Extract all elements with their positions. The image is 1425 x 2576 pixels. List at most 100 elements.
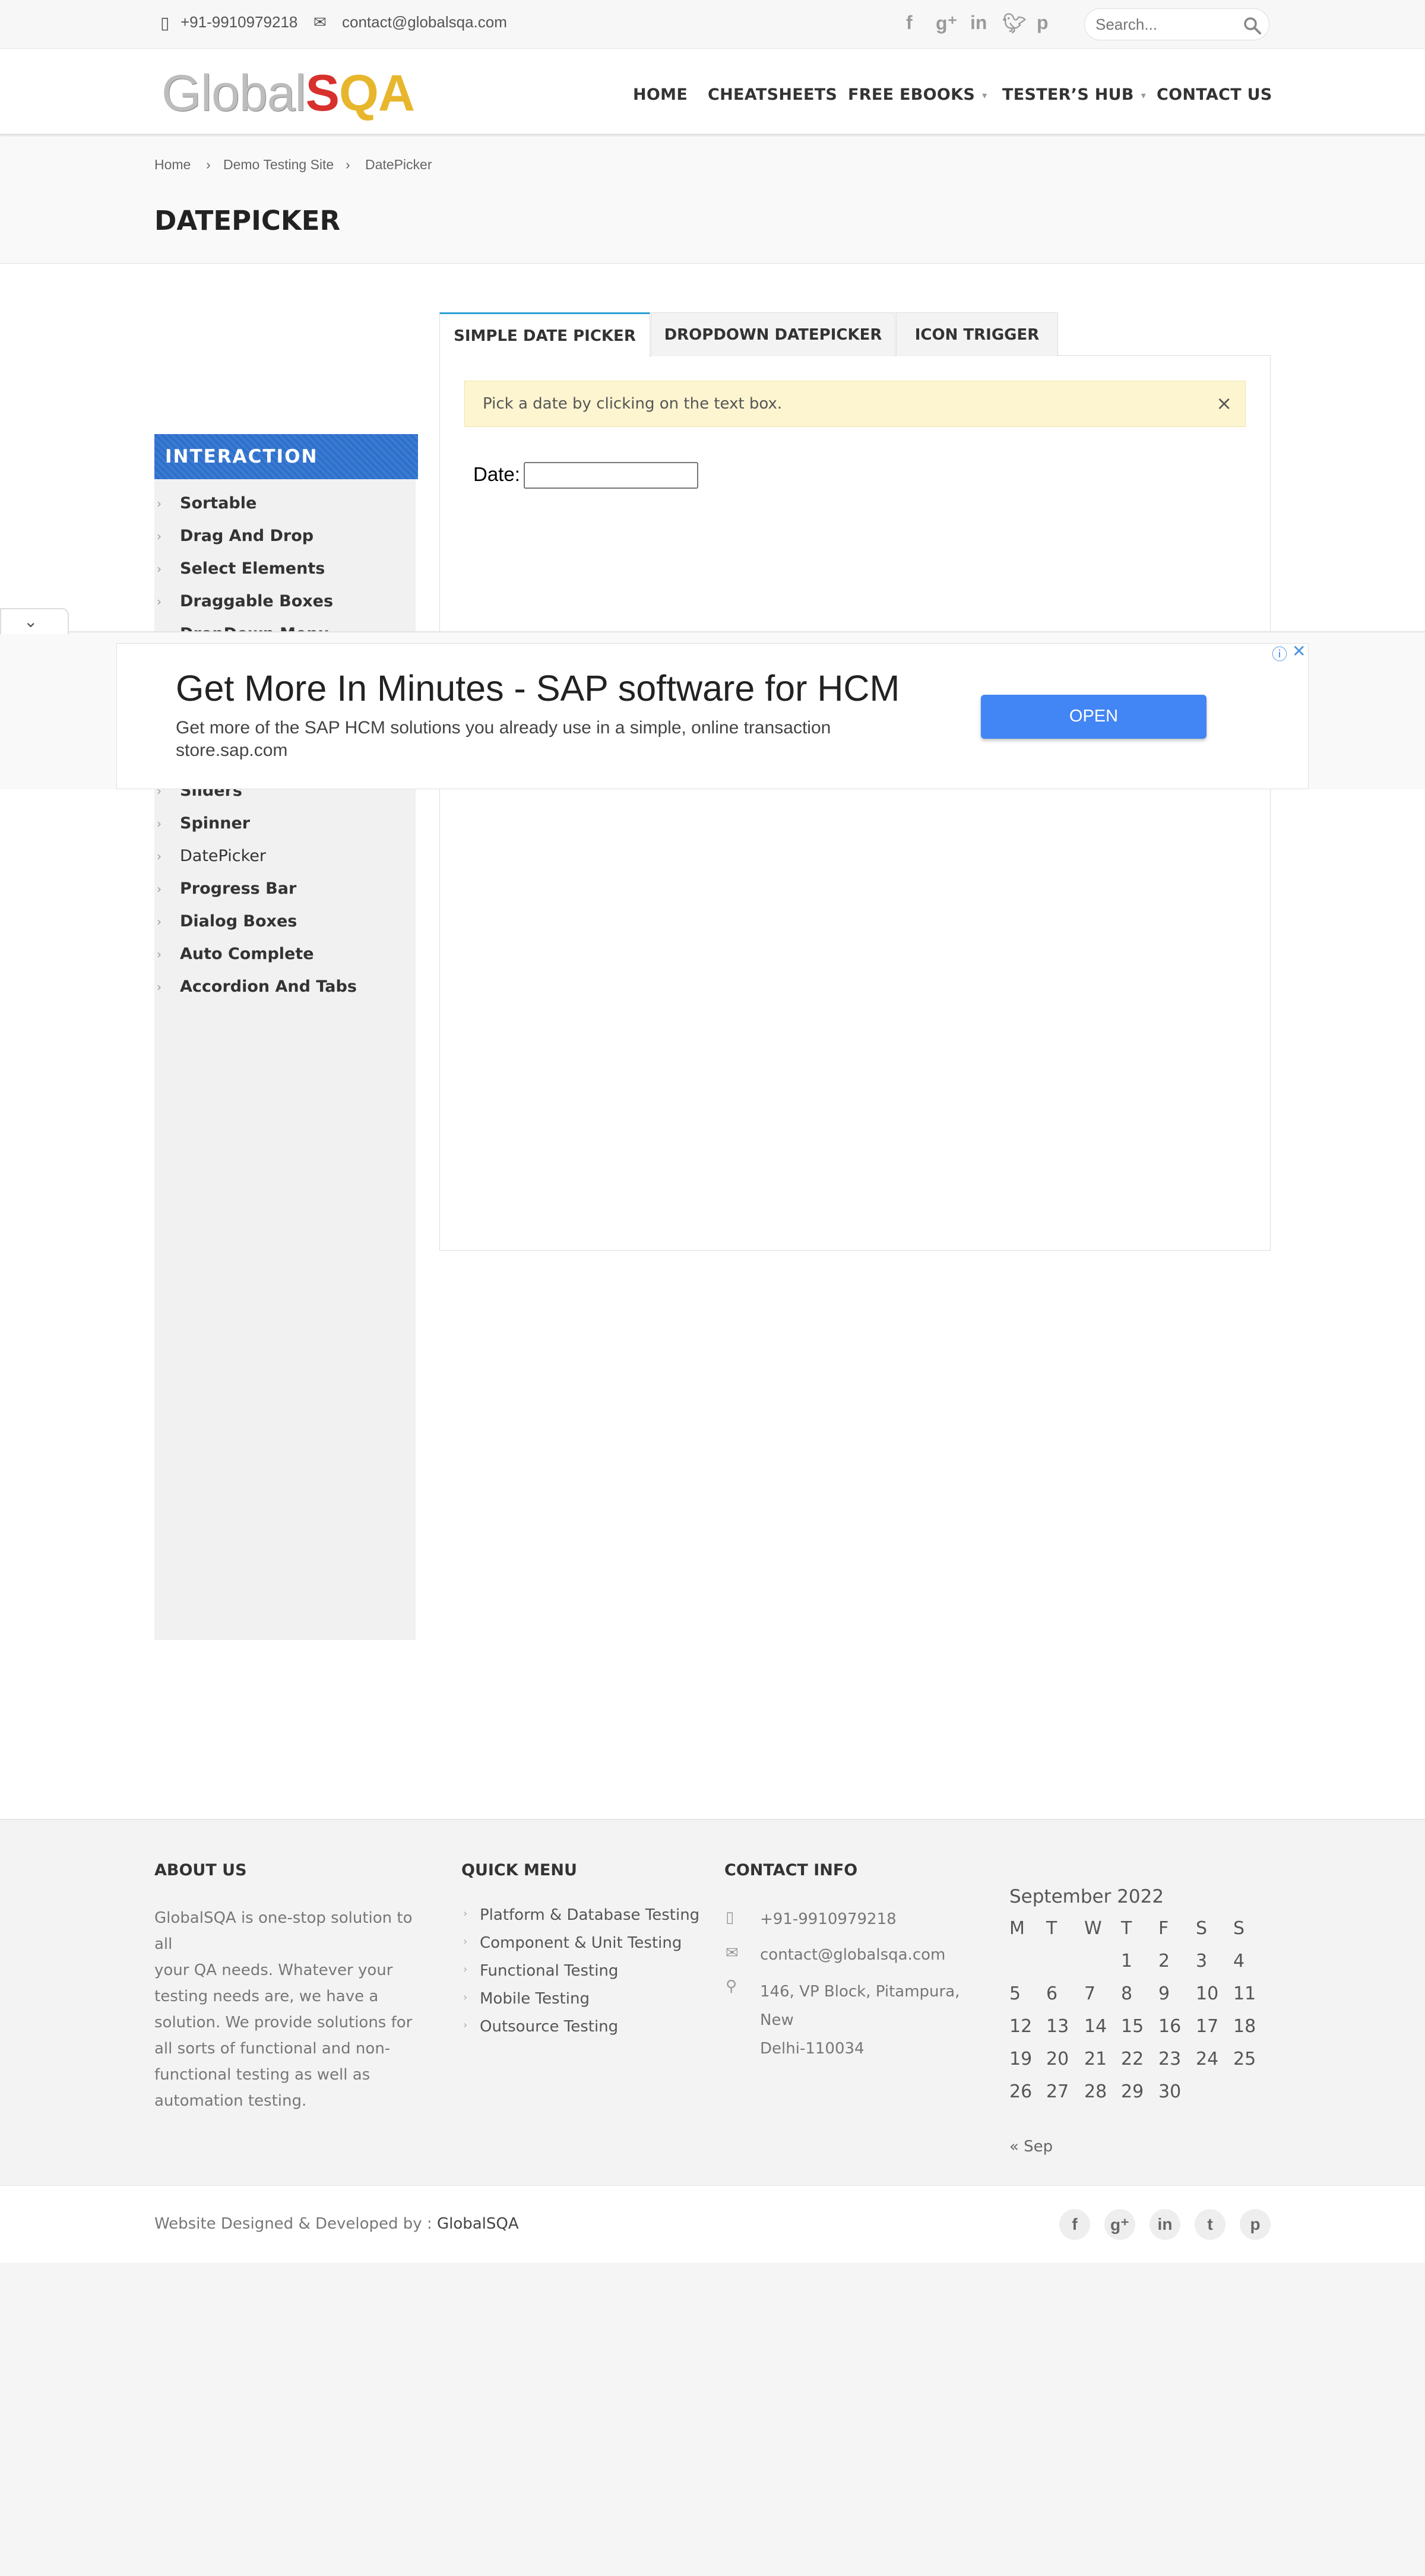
globalsqa-logo[interactable]: GlobalSQA <box>162 64 415 122</box>
sidebar-item-draggable-boxes[interactable]: Draggable Boxes <box>180 592 333 610</box>
credit-link[interactable]: GlobalSQA <box>437 2215 519 2233</box>
phone-icon: ▯ <box>160 14 170 32</box>
calendar-day: 13 <box>1046 2016 1069 2037</box>
info-icon[interactable]: ⓘ <box>1272 643 1287 664</box>
chevron-down-icon[interactable]: ⌄ <box>24 612 37 631</box>
breadcrumb-current: DatePicker <box>365 157 432 172</box>
chevron-right-icon: › <box>157 947 162 961</box>
footer-address: 146, VP Block, Pitampura, New Delhi-1100… <box>760 1983 960 2058</box>
chevron-right-icon: › <box>463 1935 468 1948</box>
linkedin-icon[interactable]: in <box>970 12 987 34</box>
ad-description: Get more of the SAP HCM solutions you al… <box>176 718 831 738</box>
search-box <box>1084 8 1269 40</box>
phone-icon: ▯ <box>726 1909 734 1926</box>
sidebar-item-dialog-boxes[interactable]: Dialog Boxes <box>180 912 297 931</box>
calendar-day: 20 <box>1046 2049 1069 2069</box>
calendar-day: 21 <box>1084 2049 1107 2069</box>
calendar-weekday: W <box>1084 1918 1102 1939</box>
ad-title[interactable]: Get More In Minutes - SAP software for H… <box>176 667 900 709</box>
calendar-day: 17 <box>1196 2016 1219 2037</box>
chevron-down-icon: ▾ <box>1141 90 1147 101</box>
footer-about-text: GlobalSQA is one-stop solution to all yo… <box>154 1909 413 2110</box>
footer-contact-heading: CONTACT INFO <box>724 1861 858 1879</box>
title-bar: Home › Demo Testing Site › DatePicker DA… <box>0 137 1425 264</box>
sidebar <box>154 434 416 1640</box>
calendar-weekday: T <box>1121 1918 1132 1939</box>
pinterest-icon[interactable]: p <box>1037 12 1049 34</box>
sidebar-item-auto-complete[interactable]: Auto Complete <box>180 945 314 963</box>
pinterest-icon[interactable]: p <box>1240 2209 1271 2240</box>
calendar-day: 3 <box>1196 1951 1208 1971</box>
chevron-right-icon: › <box>206 157 211 172</box>
calendar-weekday: S <box>1196 1918 1208 1939</box>
footer-link-platform-database[interactable]: Platform & Database Testing <box>480 1906 699 1924</box>
chevron-right-icon: › <box>157 914 162 929</box>
search-input[interactable] <box>1095 15 1238 34</box>
close-icon[interactable]: × <box>1216 392 1232 414</box>
tab-simple-date-picker[interactable]: SIMPLE DATE PICKER <box>439 312 650 357</box>
sidebar-item-datepicker[interactable]: DatePicker <box>180 847 266 865</box>
nav-free-ebooks[interactable]: FREE EBOOKS ▾ <box>848 86 987 104</box>
nav-testers-hub[interactable]: TESTER’S HUB ▾ <box>1002 86 1146 104</box>
sidebar-item-accordion-and-tabs[interactable]: Accordion And Tabs <box>180 977 357 996</box>
footer-link-mobile[interactable]: Mobile Testing <box>480 1990 590 2008</box>
sidebar-item-drag-and-drop[interactable]: Drag And Drop <box>180 527 314 545</box>
chevron-right-icon: › <box>157 496 162 511</box>
calendar-day: 18 <box>1233 2016 1256 2037</box>
ad-url[interactable]: store.sap.com <box>176 740 287 761</box>
calendar-day: 24 <box>1196 2049 1219 2069</box>
chevron-down-icon: ▾ <box>982 90 987 101</box>
site-header: GlobalSQA HOME CHEATSHEETS FREE EBOOKS ▾ … <box>0 49 1425 135</box>
close-icon[interactable]: ✕ <box>1292 641 1306 661</box>
breadcrumb-home[interactable]: Home <box>154 157 191 173</box>
page-title: DATEPICKER <box>154 205 341 236</box>
top-email[interactable]: contact@globalsqa.com <box>342 13 507 31</box>
calendar-day: 5 <box>1009 1983 1021 2004</box>
calendar-day: 6 <box>1046 1983 1058 2004</box>
calendar-day: 7 <box>1084 1983 1096 2004</box>
calendar-day: 19 <box>1009 2049 1033 2069</box>
date-input[interactable] <box>524 462 698 489</box>
facebook-icon[interactable]: f <box>906 12 913 34</box>
linkedin-icon[interactable]: in <box>1150 2209 1180 2240</box>
nav-cheatsheets[interactable]: CHEATSHEETS <box>708 86 837 104</box>
nav-home[interactable]: HOME <box>633 86 688 104</box>
calendar-prev-link[interactable]: « Sep <box>1009 2138 1053 2156</box>
envelope-icon: ✉ <box>314 13 327 31</box>
credit-text: Website Designed & Developed by : Global… <box>154 2215 519 2233</box>
calendar-weekday: T <box>1046 1918 1057 1939</box>
calendar-weekday: S <box>1233 1918 1245 1939</box>
calendar-day: 27 <box>1046 2081 1069 2102</box>
breadcrumb-demo-testing-site[interactable]: Demo Testing Site <box>223 157 334 173</box>
ad-open-button[interactable]: OPEN <box>981 695 1206 739</box>
sidebar-item-spinner[interactable]: Spinner <box>180 814 250 833</box>
nav-contact-us[interactable]: CONTACT US <box>1157 86 1272 104</box>
facebook-icon[interactable]: f <box>1059 2209 1090 2240</box>
footer-about-heading: ABOUT US <box>154 1861 247 1879</box>
footer-link-component-unit[interactable]: Component & Unit Testing <box>480 1934 682 1952</box>
google-plus-icon[interactable]: g⁺ <box>936 12 957 34</box>
calendar-day: 4 <box>1233 1951 1245 1971</box>
search-icon[interactable] <box>1243 16 1262 35</box>
alert-message: Pick a date by clicking on the text box. <box>483 395 783 413</box>
twitter-icon[interactable]: 🐦︎ <box>1002 12 1027 34</box>
tab-icon-trigger[interactable]: ICON TRIGGER <box>896 312 1058 356</box>
footer-link-outsource[interactable]: Outsource Testing <box>480 2018 618 2036</box>
google-plus-icon[interactable]: g⁺ <box>1104 2209 1135 2240</box>
tab-dropdown-datepicker[interactable]: DROPDOWN DATEPICKER <box>651 312 895 356</box>
sidebar-item-select-elements[interactable]: Select Elements <box>180 559 325 578</box>
chevron-right-icon: › <box>157 849 162 863</box>
chevron-right-icon: › <box>346 157 350 172</box>
sidebar-item-progress-bar[interactable]: Progress Bar <box>180 879 296 898</box>
footer-link-functional[interactable]: Functional Testing <box>480 1962 618 1980</box>
twitter-icon[interactable]: t <box>1195 2209 1226 2240</box>
footer-email[interactable]: contact@globalsqa.com <box>760 1942 945 1968</box>
chevron-right-icon: › <box>157 529 162 543</box>
sidebar-heading: INTERACTION <box>154 434 418 479</box>
envelope-icon: ✉ <box>726 1944 739 1962</box>
calendar-day: 14 <box>1084 2016 1107 2037</box>
footer-quick-menu-heading: QUICK MENU <box>461 1861 577 1879</box>
sidebar-item-sortable[interactable]: Sortable <box>180 494 256 512</box>
calendar-day: 9 <box>1158 1983 1170 2004</box>
top-bar: ▯ +91-9910979218 ✉ contact@globalsqa.com… <box>0 0 1425 49</box>
